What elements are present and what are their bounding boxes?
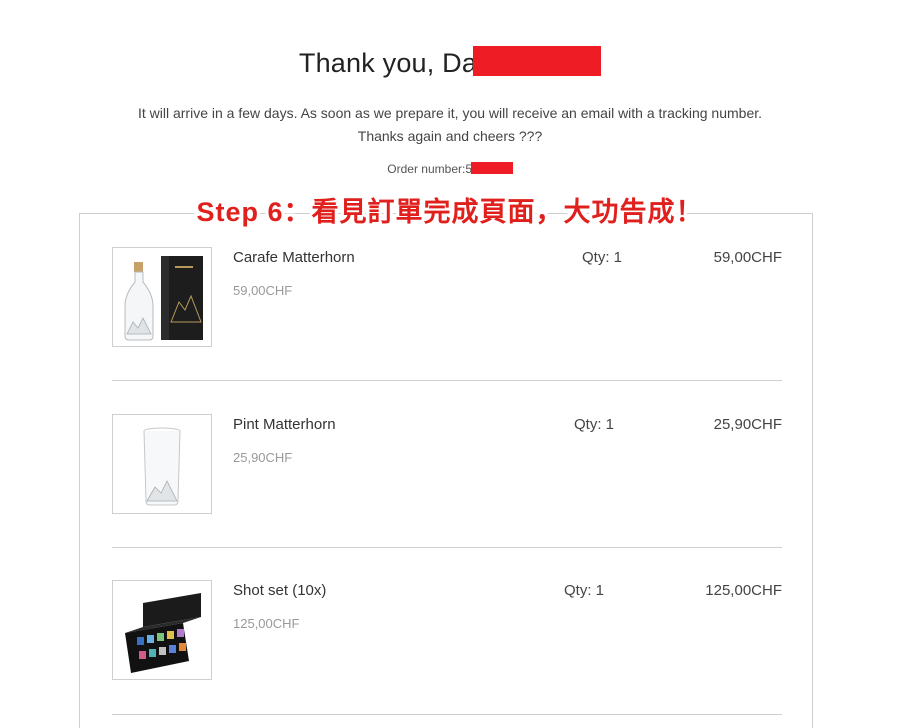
item-unit-price: 25,90CHF [233, 450, 293, 465]
thank-you-text: Thank you, Da [298, 48, 478, 78]
confirmation-message: It will arrive in a few days. As soon as… [60, 102, 840, 148]
order-item: Carafe Matterhorn 59,00CHF Qty: 1 59,00C… [112, 247, 782, 349]
item-name[interactable]: Shot set (10x) [233, 582, 326, 599]
order-items-box: Carafe Matterhorn 59,00CHF Qty: 1 59,00C… [79, 213, 813, 728]
item-unit-price: 59,00CHF [233, 283, 293, 298]
redacted-order-number [470, 162, 513, 174]
item-divider [112, 380, 782, 381]
step-caption-overlay: Step 6：看見訂單完成頁面，大功告成！ [196, 197, 704, 227]
item-unit-price: 125,00CHF [233, 616, 300, 631]
page-title: Thank you, Da [0, 46, 900, 79]
order-number: Order number:59 [0, 162, 900, 176]
item-name[interactable]: Pint Matterhorn [233, 416, 336, 433]
order-confirmation-page: Thank you, Da It will arrive in a few da… [0, 0, 900, 728]
order-item: Pint Matterhorn 25,90CHF Qty: 1 25,90CHF [112, 414, 782, 516]
item-quantity: Qty: 1 [564, 582, 605, 599]
item-total: 25,90CHF [713, 416, 782, 433]
redacted-name [473, 46, 602, 76]
order-number-label: Order number:59 [387, 162, 479, 176]
shot-set-product-image[interactable] [112, 580, 212, 680]
item-divider [112, 714, 782, 715]
item-quantity: Qty: 1 [574, 416, 615, 433]
message-line-1: It will arrive in a few days. As soon as… [137, 105, 763, 121]
item-name[interactable]: Carafe Matterhorn [233, 249, 355, 266]
pint-glass-product-image[interactable] [112, 414, 212, 514]
item-divider [112, 547, 782, 548]
item-total: 59,00CHF [713, 249, 782, 266]
item-total: 125,00CHF [705, 582, 782, 599]
order-item: Shot set (10x) 125,00CHF Qty: 1 125,00CH… [112, 580, 782, 682]
message-line-2: Thanks again and cheers ??? [357, 128, 543, 144]
carafe-product-image[interactable] [112, 247, 212, 347]
item-quantity: Qty: 1 [582, 249, 623, 266]
